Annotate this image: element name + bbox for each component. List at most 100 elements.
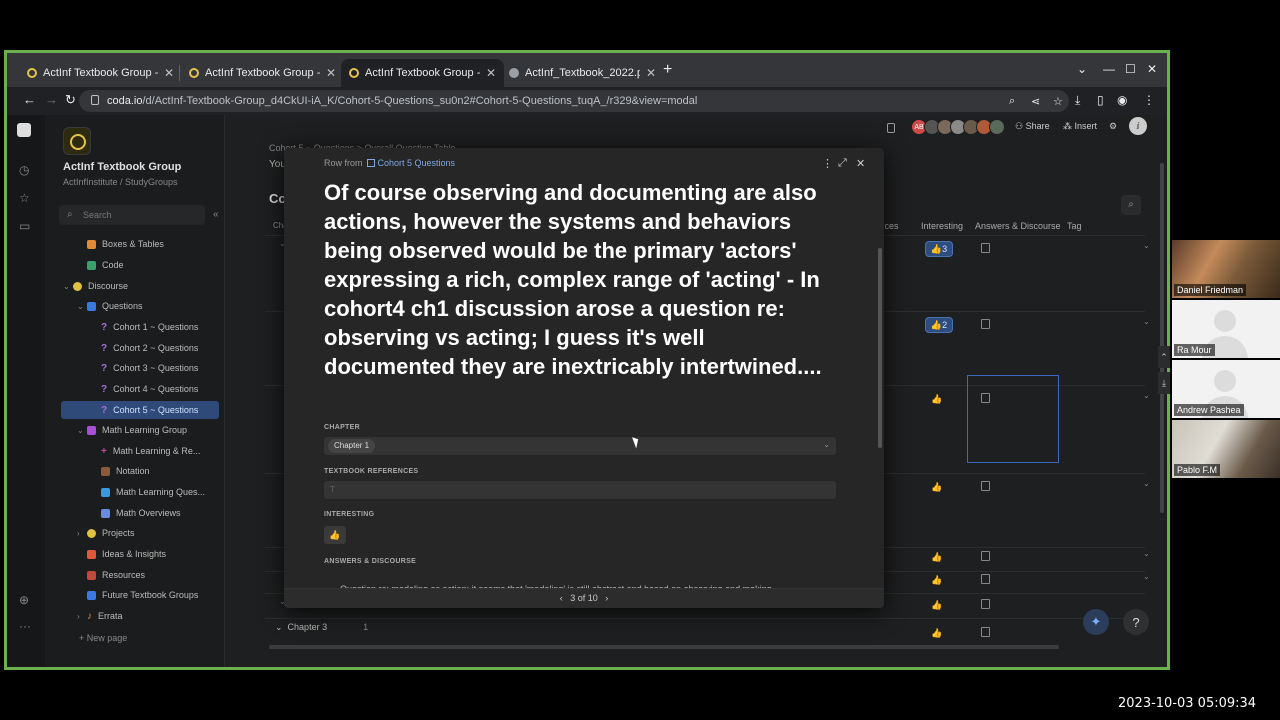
- workspace-path[interactable]: ActInfInstitute / StudyGroups: [63, 177, 178, 187]
- download-icon[interactable]: ⤓: [1075, 93, 1080, 108]
- participant-tile[interactable]: Ra Mour: [1172, 300, 1280, 358]
- profile-icon[interactable]: ◉: [1117, 93, 1127, 107]
- chevron-down-icon[interactable]: ⌄: [1143, 572, 1150, 581]
- more-icon[interactable]: ···: [19, 619, 31, 633]
- recent-icon[interactable]: ◷: [19, 163, 29, 177]
- coda-logo-icon[interactable]: [17, 123, 31, 137]
- table-link[interactable]: Cohort 5 Questions: [378, 158, 456, 168]
- document-icon[interactable]: [981, 574, 990, 584]
- share-button[interactable]: ⚇ Share: [1015, 121, 1050, 132]
- add-circle-icon[interactable]: ⊕: [19, 593, 29, 607]
- folder-icon[interactable]: ▭: [19, 219, 30, 233]
- sidebar-item-cohort-2[interactable]: ? Cohort 2 ~ Questions: [101, 339, 198, 357]
- pagination[interactable]: ‹ 3 of 10 ›: [284, 593, 884, 603]
- sidebar-item-errata[interactable]: › ♪ Errata: [77, 607, 123, 625]
- thumbs-up-icon[interactable]: 👍: [929, 391, 945, 407]
- sidebar-item-ideas[interactable]: Ideas & Insights: [87, 545, 166, 563]
- share-icon[interactable]: ⋖: [1031, 95, 1040, 108]
- thumbs-up-button[interactable]: 👍: [324, 526, 346, 544]
- chevron-up-icon[interactable]: ⌃: [1158, 346, 1170, 368]
- chevron-down-icon[interactable]: ⌄: [1143, 241, 1150, 250]
- thumbs-up-icon[interactable]: 👍: [929, 479, 945, 495]
- sidepanel-icon[interactable]: ▯: [1097, 93, 1104, 107]
- sidebar-item-resources[interactable]: Resources: [87, 566, 145, 584]
- column-header-answers[interactable]: Answers & Discourse: [975, 221, 1061, 231]
- help-button[interactable]: ?: [1123, 609, 1149, 635]
- minimize-icon[interactable]: —: [1103, 62, 1115, 76]
- tab-1[interactable]: ActInf Textbook Group - ✕: [19, 59, 182, 87]
- tab-4[interactable]: ActInf_Textbook_2022.p ✕: [501, 59, 664, 87]
- user-avatar[interactable]: ⅈ: [1129, 117, 1147, 135]
- sidebar-item-questions[interactable]: ⌄ Questions: [77, 297, 143, 315]
- close-window-icon[interactable]: ✕: [1147, 62, 1157, 76]
- sidebar-item-discourse[interactable]: ⌄ Discourse: [63, 277, 128, 295]
- forward-icon[interactable]: →: [45, 92, 58, 107]
- new-tab-icon[interactable]: +: [663, 61, 672, 79]
- close-tab-icon[interactable]: ✕: [326, 66, 336, 80]
- chevron-down-icon[interactable]: ⌄: [1143, 391, 1150, 400]
- table-search-icon[interactable]: ⌕: [1121, 195, 1141, 215]
- document-icon[interactable]: [981, 599, 990, 609]
- interesting-badge[interactable]: 👍 3: [925, 241, 953, 257]
- tab-search-chevron-icon[interactable]: ⌄: [1077, 62, 1087, 76]
- column-header-tag[interactable]: Tag: [1067, 221, 1082, 231]
- menu-icon[interactable]: ⋮: [1143, 93, 1155, 107]
- lock-icon[interactable]: [887, 123, 895, 133]
- chevron-down-icon[interactable]: ⌄: [1143, 549, 1150, 558]
- close-tab-icon[interactable]: ✕: [486, 66, 496, 80]
- ai-assistant-button[interactable]: ✦: [1083, 609, 1109, 635]
- document-icon[interactable]: [981, 319, 990, 329]
- sidebar-search[interactable]: ⌕ Search: [59, 205, 205, 225]
- download-icon[interactable]: ⤓: [1158, 372, 1170, 394]
- tab-3-active[interactable]: ActInf Textbook Group - ✕: [341, 59, 505, 87]
- participant-tile[interactable]: Pablo F.M: [1172, 420, 1280, 478]
- star-icon[interactable]: ☆: [1053, 95, 1063, 108]
- close-icon[interactable]: ✕: [856, 157, 865, 170]
- sidebar-item-math-learning-ques[interactable]: Math Learning Ques...: [101, 483, 205, 501]
- chevron-down-icon[interactable]: ⌄: [1143, 317, 1150, 326]
- workspace-name[interactable]: ActInf Textbook Group: [63, 161, 181, 173]
- sidebar-item-cohort-3[interactable]: ? Cohort 3 ~ Questions: [101, 359, 198, 377]
- column-header-interesting[interactable]: Interesting: [921, 221, 963, 231]
- collapse-sidebar-icon[interactable]: «: [213, 209, 219, 220]
- more-options-icon[interactable]: ⋮: [822, 157, 833, 170]
- document-icon[interactable]: [981, 551, 990, 561]
- sidebar-item-projects[interactable]: › Projects: [77, 524, 135, 542]
- sidebar-item-future-groups[interactable]: Future Textbook Groups: [87, 586, 198, 604]
- star-icon[interactable]: ☆: [19, 191, 30, 205]
- question-title[interactable]: Of course observing and documenting are …: [324, 178, 824, 381]
- search-icon[interactable]: ⌕: [1009, 95, 1015, 108]
- modal-scrollbar[interactable]: [878, 248, 882, 448]
- references-input[interactable]: T: [324, 481, 836, 499]
- vertical-scrollbar[interactable]: [1160, 163, 1164, 513]
- sidebar-item-math-overviews[interactable]: Math Overviews: [101, 504, 181, 522]
- participant-tile[interactable]: Andrew Pashea: [1172, 360, 1280, 418]
- document-icon[interactable]: [981, 481, 990, 491]
- maximize-icon[interactable]: ☐: [1125, 62, 1136, 76]
- reload-icon[interactable]: ↻: [65, 92, 76, 108]
- chevron-down-icon[interactable]: ⌄: [1143, 479, 1150, 488]
- workspace-logo-icon[interactable]: [63, 127, 91, 155]
- close-tab-icon[interactable]: ✕: [646, 66, 656, 80]
- sidebar-item-code[interactable]: Code: [77, 256, 124, 274]
- document-icon[interactable]: [981, 243, 990, 253]
- chapter-select[interactable]: Chapter 1 ⌄: [324, 437, 836, 455]
- sidebar-item-notation[interactable]: Notation: [101, 462, 150, 480]
- tab-2[interactable]: ActInf Textbook Group - ✕: [181, 59, 344, 87]
- thumbs-up-icon[interactable]: 👍: [929, 572, 945, 588]
- document-icon[interactable]: [981, 627, 990, 637]
- selected-cell[interactable]: [967, 375, 1059, 463]
- address-bar[interactable]: coda.io/d/ActInf-Textbook-Group_d4CkUI-i…: [79, 90, 1069, 112]
- thumbs-up-icon[interactable]: 👍: [929, 625, 945, 641]
- new-page-button[interactable]: + New page: [79, 633, 127, 643]
- sidebar-item-math-learning-re[interactable]: + Math Learning & Re...: [101, 442, 200, 460]
- expand-icon[interactable]: ⤢: [838, 157, 847, 170]
- sidebar-item-cohort-1[interactable]: ? Cohort 1 ~ Questions: [101, 318, 198, 336]
- horizontal-scrollbar[interactable]: [269, 645, 1059, 649]
- thumbs-up-icon[interactable]: 👍: [929, 549, 945, 565]
- group-chapter-3[interactable]: ⌄ Chapter 31: [275, 622, 368, 633]
- back-icon[interactable]: ←: [23, 92, 36, 107]
- sidebar-item-math-learning-group[interactable]: ⌄ Math Learning Group: [77, 421, 187, 439]
- sidebar-item-boxes-tables[interactable]: Boxes & Tables: [77, 235, 164, 253]
- sidebar-item-cohort-4[interactable]: ? Cohort 4 ~ Questions: [101, 380, 198, 398]
